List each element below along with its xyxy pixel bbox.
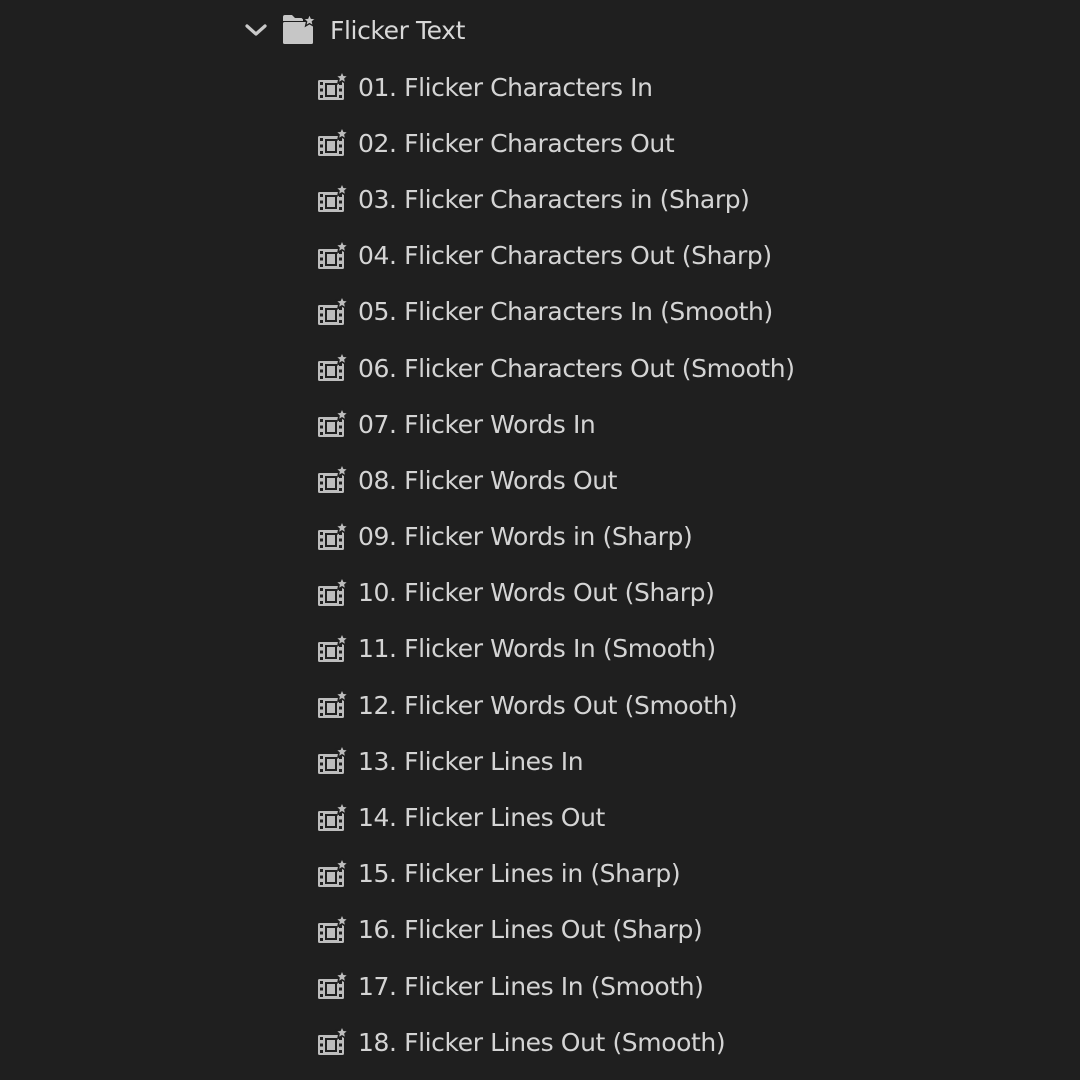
list-item[interactable]: 09. Flicker Words in (Sharp) <box>312 509 1052 565</box>
item-label: 16. Flicker Lines Out (Sharp) <box>358 915 703 945</box>
list-item[interactable]: 16. Flicker Lines Out (Sharp) <box>312 902 1052 958</box>
item-label: 18. Flicker Lines Out (Smooth) <box>358 1027 726 1057</box>
item-label: 02. Flicker Characters Out <box>358 128 675 158</box>
effect-preset-icon <box>312 573 352 613</box>
item-label: 06. Flicker Characters Out (Smooth) <box>358 353 795 383</box>
effect-preset-icon <box>312 67 352 107</box>
list-item[interactable]: 07. Flicker Words In <box>312 396 1052 452</box>
effect-preset-icon <box>312 236 352 276</box>
item-label: 04. Flicker Characters Out (Sharp) <box>358 241 772 271</box>
preset-bin-icon <box>280 10 320 50</box>
list-item[interactable]: 01. Flicker Characters In <box>312 59 1052 115</box>
effect-preset-icon <box>312 179 352 219</box>
effect-preset-icon <box>312 517 352 557</box>
effects-panel: Flicker Text 01. Flicker Characters In 0… <box>0 0 1080 1080</box>
effect-preset-icon <box>312 798 352 838</box>
effect-preset-icon <box>312 629 352 669</box>
folder-row-flicker-text[interactable]: Flicker Text <box>238 8 465 52</box>
effect-preset-icon <box>312 460 352 500</box>
effect-preset-icon <box>312 910 352 950</box>
chevron-down-icon[interactable] <box>238 12 274 48</box>
list-item[interactable]: 05. Flicker Characters In (Smooth) <box>312 284 1052 340</box>
effect-preset-icon <box>312 854 352 894</box>
list-item[interactable]: 14. Flicker Lines Out <box>312 789 1052 845</box>
list-item[interactable]: 06. Flicker Characters Out (Smooth) <box>312 340 1052 396</box>
item-label: 11. Flicker Words In (Smooth) <box>358 634 716 664</box>
item-label: 13. Flicker Lines In <box>358 746 584 776</box>
list-item[interactable]: 17. Flicker Lines In (Smooth) <box>312 958 1052 1014</box>
item-label: 07. Flicker Words In <box>358 409 596 439</box>
effect-preset-icon <box>312 123 352 163</box>
item-label: 03. Flicker Characters in (Sharp) <box>358 184 750 214</box>
list-item[interactable]: 11. Flicker Words In (Smooth) <box>312 621 1052 677</box>
item-label: 05. Flicker Characters In (Smooth) <box>358 297 773 327</box>
effect-preset-icon <box>312 292 352 332</box>
effect-preset-icon <box>312 966 352 1006</box>
list-item[interactable]: 18. Flicker Lines Out (Smooth) <box>312 1014 1052 1070</box>
list-item[interactable]: 15. Flicker Lines in (Sharp) <box>312 846 1052 902</box>
list-item[interactable]: 02. Flicker Characters Out <box>312 115 1052 171</box>
folder-label: Flicker Text <box>330 15 465 45</box>
list-item[interactable]: 08. Flicker Words Out <box>312 452 1052 508</box>
item-label: 14. Flicker Lines Out <box>358 803 605 833</box>
effect-preset-icon <box>312 741 352 781</box>
list-item[interactable]: 03. Flicker Characters in (Sharp) <box>312 171 1052 227</box>
list-item[interactable]: 10. Flicker Words Out (Sharp) <box>312 565 1052 621</box>
item-label: 17. Flicker Lines In (Smooth) <box>358 971 704 1001</box>
effect-preset-icon <box>312 685 352 725</box>
item-label: 12. Flicker Words Out (Smooth) <box>358 690 738 720</box>
preset-list: 01. Flicker Characters In 02. Flicker Ch… <box>312 59 1052 1070</box>
item-label: 15. Flicker Lines in (Sharp) <box>358 859 681 889</box>
list-item[interactable]: 13. Flicker Lines In <box>312 733 1052 789</box>
item-label: 08. Flicker Words Out <box>358 465 618 495</box>
list-item[interactable]: 04. Flicker Characters Out (Sharp) <box>312 228 1052 284</box>
item-label: 10. Flicker Words Out (Sharp) <box>358 578 715 608</box>
effect-preset-icon <box>312 1022 352 1062</box>
list-item[interactable]: 12. Flicker Words Out (Smooth) <box>312 677 1052 733</box>
effect-preset-icon <box>312 404 352 444</box>
effect-preset-icon <box>312 348 352 388</box>
item-label: 09. Flicker Words in (Sharp) <box>358 522 693 552</box>
item-label: 01. Flicker Characters In <box>358 72 653 102</box>
